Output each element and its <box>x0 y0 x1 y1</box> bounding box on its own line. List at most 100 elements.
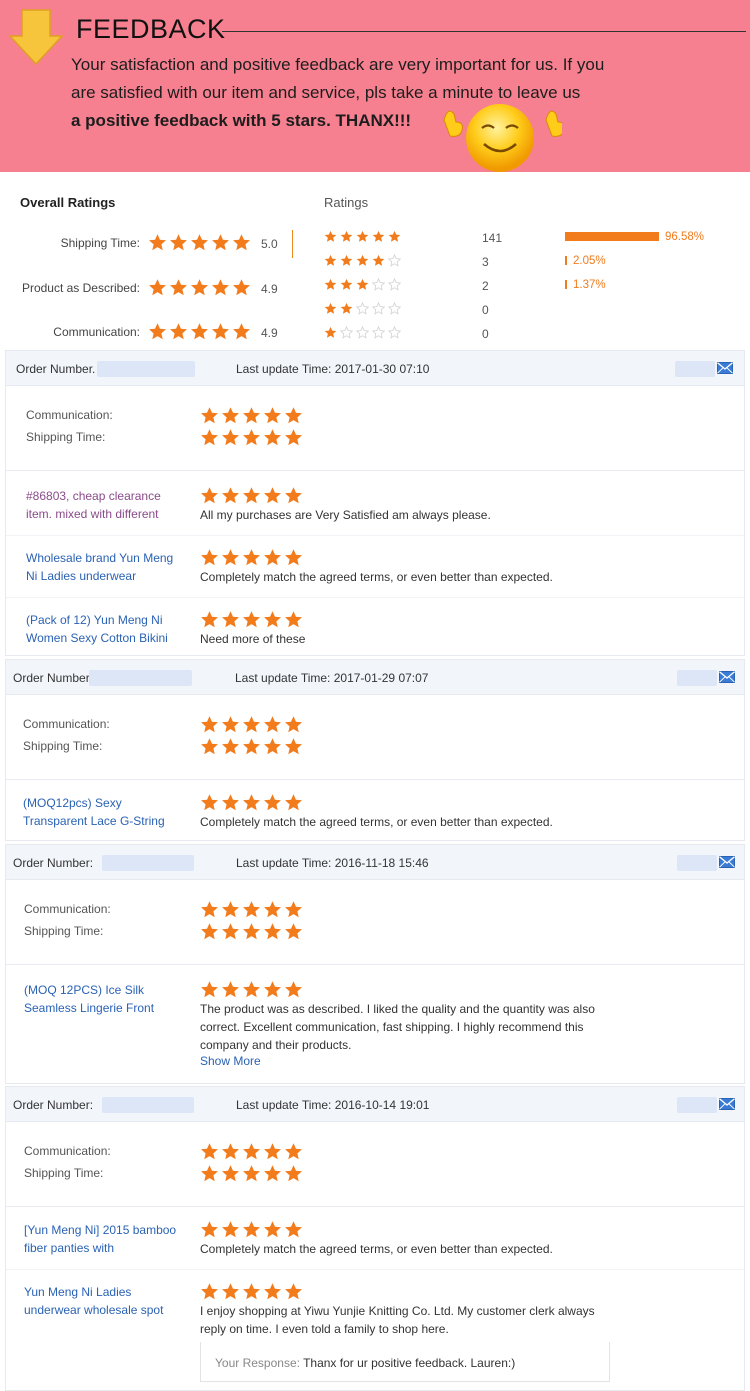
order-number-label: Order Number: <box>13 1098 94 1112</box>
buyer-name-redacted <box>677 670 717 686</box>
communication-stars <box>200 1142 303 1161</box>
star-filled-icon <box>200 737 219 756</box>
star-filled-icon <box>242 1142 261 1161</box>
star-filled-icon <box>221 1220 240 1239</box>
product-link[interactable]: (Pack of 12) Yun Meng Ni Women Sexy Cott… <box>26 611 186 647</box>
section-divider <box>6 779 744 780</box>
section-divider <box>6 470 744 471</box>
item-divider <box>6 597 744 598</box>
star-filled-icon <box>232 233 251 252</box>
last-update-time: Last update Time: 2016-11-18 15:46 <box>236 856 429 870</box>
rating-row-stars <box>324 302 401 315</box>
star-filled-icon <box>284 715 303 734</box>
star-filled-icon <box>221 486 240 505</box>
star-filled-icon <box>284 1164 303 1183</box>
product-link[interactable]: Wholesale brand Yun Meng Ni Ladies under… <box>26 549 186 585</box>
overall-ratings-heading: Overall Ratings <box>20 195 116 210</box>
product-link[interactable]: (MOQ 12PCS) Ice Silk Seamless Lingerie F… <box>24 981 184 1017</box>
star-filled-icon <box>221 428 240 447</box>
star-empty-icon <box>388 326 401 339</box>
star-filled-icon <box>169 322 188 341</box>
rating-row-count: 3 <box>482 255 489 269</box>
last-update-time: Last update Time: 2017-01-30 07:10 <box>236 362 430 376</box>
star-filled-icon <box>340 302 353 315</box>
star-empty-icon <box>372 326 385 339</box>
star-filled-icon <box>284 922 303 941</box>
mail-icon[interactable] <box>719 671 735 683</box>
overall-item-score: 4.9 <box>261 282 278 296</box>
star-filled-icon <box>221 548 240 567</box>
communication-label: Communication: <box>26 408 113 422</box>
star-filled-icon <box>284 900 303 919</box>
star-filled-icon <box>372 254 385 267</box>
rating-row-count: 141 <box>482 231 503 245</box>
star-filled-icon <box>242 922 261 941</box>
star-filled-icon <box>169 278 188 297</box>
ratings-heading: Ratings <box>324 195 369 210</box>
rating-row-stars <box>324 230 401 243</box>
buyer-name-redacted <box>677 1097 717 1113</box>
last-update-time: Last update Time: 2016-10-14 19:01 <box>236 1098 430 1112</box>
product-rating-stars <box>200 486 303 505</box>
star-filled-icon <box>221 900 240 919</box>
order-header: Order Number. Last update Time: 2017-01-… <box>6 351 744 386</box>
star-filled-icon <box>148 278 167 297</box>
star-filled-icon <box>284 737 303 756</box>
star-filled-icon <box>263 922 282 941</box>
feedback-text: All my purchases are Very Satisfied am a… <box>200 508 491 522</box>
star-filled-icon <box>242 406 261 425</box>
star-filled-icon <box>284 610 303 629</box>
show-more-link[interactable]: Show More <box>200 1054 261 1068</box>
order-number-redacted <box>102 855 194 871</box>
last-update-time: Last update Time: 2017-01-29 07:07 <box>235 671 429 685</box>
star-filled-icon <box>200 486 219 505</box>
star-filled-icon <box>200 1142 219 1161</box>
star-filled-icon <box>221 793 240 812</box>
star-filled-icon <box>200 793 219 812</box>
star-empty-icon <box>372 278 385 291</box>
star-filled-icon <box>356 230 369 243</box>
star-filled-icon <box>221 1142 240 1161</box>
star-empty-icon <box>356 302 369 315</box>
star-empty-icon <box>388 278 401 291</box>
star-filled-icon <box>211 322 230 341</box>
order-header: Order Number Last update Time: 2017-01-2… <box>6 660 744 695</box>
star-empty-icon <box>388 254 401 267</box>
mail-icon[interactable] <box>717 362 733 374</box>
star-filled-icon <box>242 610 261 629</box>
mail-icon[interactable] <box>719 1098 735 1110</box>
star-filled-icon <box>221 610 240 629</box>
rating-row-bar <box>565 280 567 289</box>
product-rating-stars <box>200 610 303 629</box>
mail-icon[interactable] <box>719 856 735 868</box>
star-filled-icon <box>221 737 240 756</box>
star-filled-icon <box>263 548 282 567</box>
feedback-title: FEEDBACK <box>76 14 226 44</box>
order-number-redacted <box>97 361 195 377</box>
product-link[interactable]: [Yun Meng Ni] 2015 bamboo fiber panties … <box>24 1221 184 1257</box>
star-filled-icon <box>200 980 219 999</box>
feedback-text: Completely match the agreed terms, or ev… <box>200 1242 553 1256</box>
star-filled-icon <box>200 922 219 941</box>
overall-item-stars <box>148 322 251 341</box>
buyer-name-redacted <box>677 855 717 871</box>
star-filled-icon <box>324 254 337 267</box>
ratings-divider <box>292 230 293 258</box>
star-filled-icon <box>211 233 230 252</box>
rating-row-stars <box>324 254 401 267</box>
product-link[interactable]: Yun Meng Ni Ladies underwear wholesale s… <box>24 1283 184 1319</box>
rating-row-percent: 1.37% <box>573 279 606 291</box>
rating-row-bar <box>565 256 567 265</box>
star-filled-icon <box>284 486 303 505</box>
product-rating-stars <box>200 793 303 812</box>
star-empty-icon <box>388 302 401 315</box>
feedback-banner: FEEDBACK Your satisfaction and positive … <box>0 0 750 172</box>
star-filled-icon <box>340 254 353 267</box>
down-arrow-icon <box>8 9 64 66</box>
item-divider <box>6 535 744 536</box>
order-number-redacted <box>89 670 192 686</box>
star-filled-icon <box>324 230 337 243</box>
feedback-text: Completely match the agreed terms, or ev… <box>200 815 553 829</box>
product-link[interactable]: (MOQ12pcs) Sexy Transparent Lace G-Strin… <box>23 794 183 830</box>
product-link[interactable]: #86803, cheap clearance item. mixed with… <box>26 487 186 523</box>
